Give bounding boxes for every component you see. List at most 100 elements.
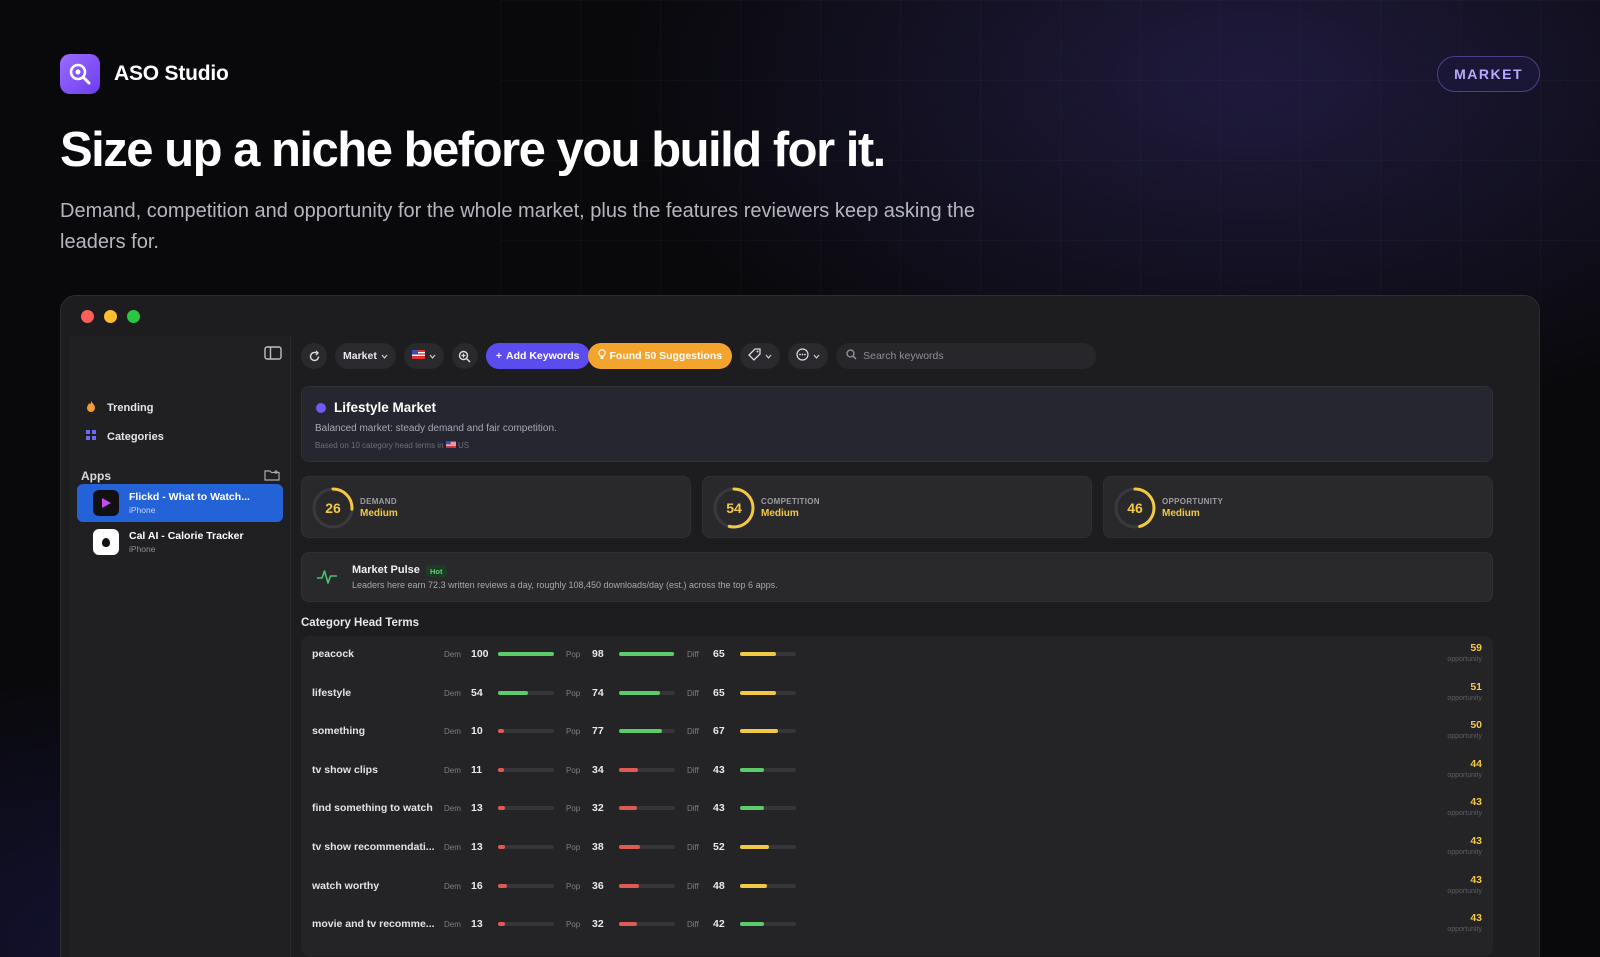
opportunity-score: 51	[1470, 680, 1482, 693]
table-row[interactable]: watch worthy Dem 16 Pop 36 Diff 48 43 opportunit…	[301, 868, 1493, 906]
diff-bar	[740, 652, 796, 656]
opportunity-score: 43	[1470, 912, 1482, 925]
add-keywords-button[interactable]: + Add Keywords	[485, 343, 590, 369]
brand-header: ASO Studio	[60, 54, 229, 94]
chevron-down-icon	[813, 350, 820, 362]
tag-dropdown[interactable]	[740, 343, 781, 369]
country-dropdown[interactable]	[403, 343, 444, 369]
refresh-icon[interactable]	[301, 343, 327, 369]
maximize-window-button[interactable]	[127, 309, 140, 323]
demand-level: Medium	[360, 508, 398, 519]
pop-bar	[619, 845, 675, 849]
hot-badge: Hot	[426, 565, 447, 577]
market-dropdown[interactable]: Market	[335, 343, 396, 369]
diff-label: Diff	[687, 920, 699, 930]
diff-bar-fill	[740, 806, 765, 811]
demand-metric-card: 26 DEMAND Medium	[301, 476, 691, 538]
table-row[interactable]: movie and tv recomme... Dem 13 Pop 32 Diff 42 4…	[301, 906, 1493, 944]
market-dot-icon	[316, 403, 326, 413]
diff-bar-fill	[740, 729, 778, 734]
sidebar-item-label: Categories	[107, 430, 164, 443]
app-item-cal-ai[interactable]: Cal AI - Calorie Tracker iPhone	[77, 523, 283, 561]
diff-value: 48	[713, 879, 725, 892]
app-name: Flickd - What to Watch...	[129, 491, 250, 503]
pop-label: Pop	[566, 881, 581, 891]
table-row[interactable]: find something to watch Dem 13 Pop 32 Diff 43 4…	[301, 790, 1493, 828]
app-platform: iPhone	[129, 544, 156, 554]
pop-value: 32	[592, 802, 604, 815]
sidebar-item-trending[interactable]: Trending	[85, 400, 153, 416]
app-platform: iPhone	[129, 505, 156, 515]
dem-value: 10	[471, 725, 483, 738]
dem-bar	[498, 767, 554, 772]
opportunity-score: 59	[1470, 642, 1482, 654]
us-flag-icon	[411, 350, 425, 362]
pop-bar-fill	[619, 690, 661, 695]
sidebar: Trending Categories Apps Flickd - What t…	[69, 336, 291, 957]
dem-label: Dem	[444, 650, 461, 659]
flickd-app-icon	[93, 490, 119, 516]
diff-value: 42	[713, 918, 725, 931]
table-row[interactable]: peacock Dem 100 Pop 98 Diff 65 59 opportunity	[301, 636, 1493, 674]
app-window: Trending Categories Apps Flickd - What t…	[60, 295, 1540, 957]
opportunity-metric-card: 46 OPPORTUNITY Medium	[1103, 476, 1493, 538]
pop-bar-fill	[619, 922, 637, 927]
zoom-icon[interactable]	[451, 343, 478, 369]
pop-value: 98	[592, 648, 604, 660]
dem-bar	[498, 845, 554, 849]
chevron-down-icon	[429, 350, 436, 362]
suggestions-label: Found 50 Suggestions	[609, 350, 723, 362]
diff-label: Diff	[687, 843, 699, 852]
app-item-flickd[interactable]: Flickd - What to Watch... iPhone	[77, 484, 283, 522]
dem-bar	[498, 652, 554, 656]
diff-value: 67	[713, 725, 725, 738]
dem-bar-fill	[498, 729, 504, 734]
dem-bar-fill	[498, 922, 506, 927]
opportunity-label: opportunity	[1447, 771, 1482, 779]
diff-bar	[740, 845, 796, 849]
diff-bar-fill	[740, 845, 770, 849]
table-row[interactable]: something Dem 10 Pop 77 Diff 67 50 opportunity	[301, 713, 1493, 751]
hero-subhead: Demand, competition and opportunity for …	[60, 200, 975, 253]
opportunity-score: 50	[1470, 719, 1482, 732]
apps-heading: Apps	[81, 469, 111, 483]
market-badge: MARKET	[1437, 56, 1540, 92]
diff-bar-fill	[740, 690, 777, 695]
term-name: something	[312, 725, 366, 738]
table-row[interactable]: tv show clips Dem 11 Pop 34 Diff 43 44 opportuni…	[301, 752, 1493, 790]
market-title: Lifestyle Market	[334, 400, 437, 415]
dem-bar	[498, 883, 554, 888]
sidebar-item-categories[interactable]: Categories	[85, 429, 164, 444]
diff-bar-fill	[740, 767, 765, 772]
dem-label: Dem	[444, 920, 461, 930]
diff-bar	[740, 767, 796, 772]
term-name: find something to watch	[312, 802, 433, 815]
diff-value: 52	[713, 841, 725, 853]
hero-headline: Size up a niche before you build for it.	[60, 123, 886, 177]
minimize-window-button[interactable]	[104, 309, 117, 323]
table-row[interactable]: tv show recommendati... Dem 13 Pop 38 Diff 52 4…	[301, 829, 1493, 867]
search-keywords-input[interactable]: Search keywords	[836, 343, 1097, 369]
table-row[interactable]: lifestyle Dem 54 Pop 74 Diff 65 51 opportunity	[301, 675, 1493, 713]
dem-value: 16	[471, 879, 483, 892]
pop-bar	[619, 690, 675, 695]
close-window-button[interactable]	[81, 309, 94, 323]
sidebar-toggle-icon[interactable]	[264, 346, 282, 365]
dem-label: Dem	[444, 727, 461, 737]
more-options-dropdown[interactable]	[788, 343, 829, 369]
suggestions-button[interactable]: Found 50 Suggestions	[587, 343, 733, 369]
dem-label: Dem	[444, 765, 461, 775]
dem-value: 11	[471, 763, 483, 776]
competition-level: Medium	[761, 508, 799, 519]
opportunity-label: opportunity	[1447, 887, 1482, 895]
grid-icon	[85, 429, 97, 444]
demand-value: 26	[325, 500, 341, 516]
term-name: tv show clips	[312, 763, 378, 776]
pop-bar-fill	[619, 652, 674, 656]
diff-bar-fill	[740, 652, 777, 656]
dem-bar-fill	[498, 767, 505, 772]
dem-label: Dem	[444, 843, 461, 852]
pop-bar-fill	[619, 729, 663, 734]
pop-value: 38	[592, 841, 604, 853]
cal-ai-app-icon	[93, 529, 119, 555]
